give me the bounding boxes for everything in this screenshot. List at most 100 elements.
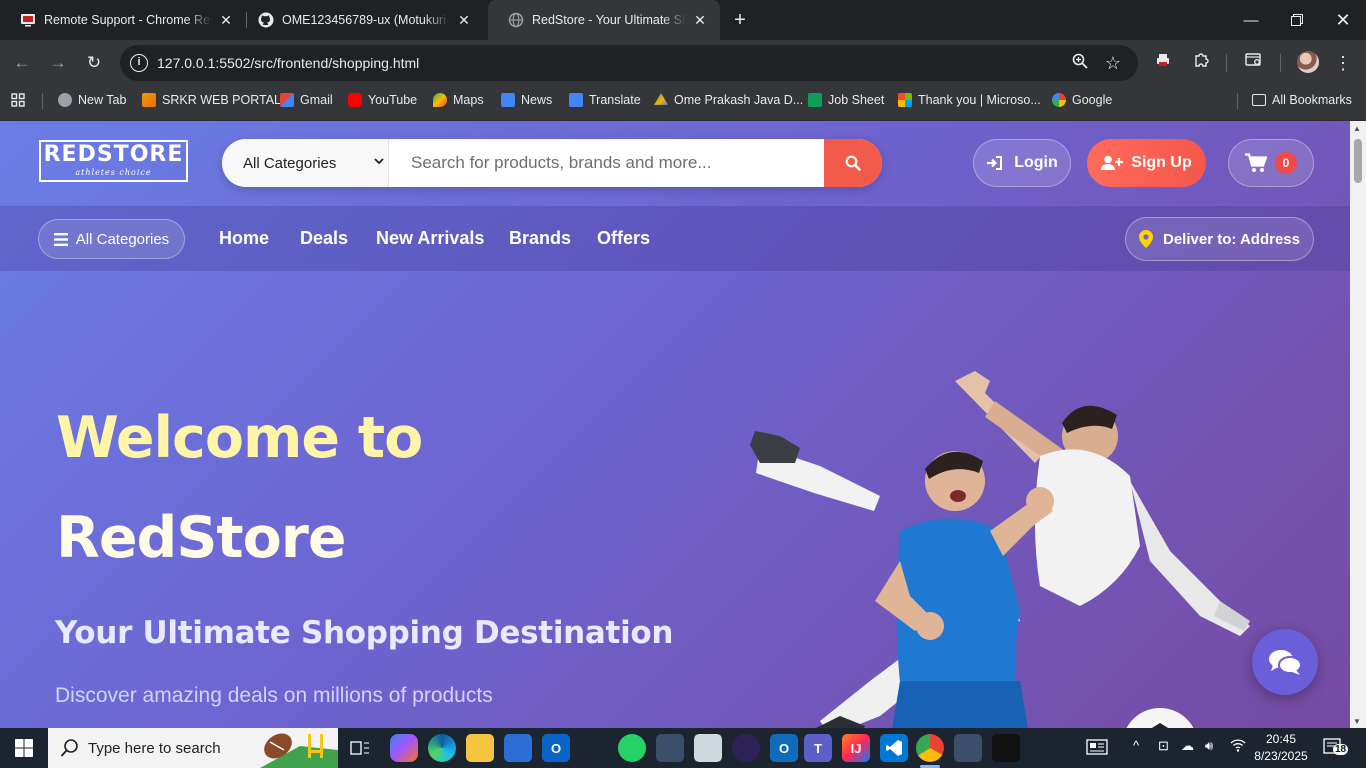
- nav-offers[interactable]: Offers: [597, 228, 650, 249]
- system-clock[interactable]: 20:45 8/23/2025: [1252, 731, 1310, 765]
- reload-icon[interactable]: ↻: [82, 51, 106, 75]
- tab-search-icon[interactable]: [1243, 52, 1265, 74]
- chrome-icon[interactable]: [916, 734, 944, 768]
- bookmark-maps[interactable]: Maps: [433, 86, 484, 114]
- category-select-value: All Categories: [243, 154, 337, 172]
- bookmark-translate[interactable]: Translate: [569, 86, 641, 114]
- bookmark-youtube[interactable]: YouTube: [348, 86, 417, 114]
- taskbar-search-box[interactable]: Type here to search: [48, 728, 338, 768]
- intellij-icon[interactable]: IJ: [842, 734, 870, 762]
- scroll-down-arrow-icon[interactable]: ▼: [1353, 717, 1361, 726]
- teams-icon[interactable]: T: [804, 734, 832, 762]
- search-button[interactable]: [824, 139, 882, 187]
- close-tab-icon[interactable]: ✕: [692, 12, 708, 29]
- search-highlight-football-art: [260, 733, 338, 768]
- chat-button[interactable]: [1252, 629, 1318, 695]
- profile-avatar[interactable]: [1297, 51, 1319, 73]
- tab-github[interactable]: OME123456789-ux (Motukuri Ome Prakash) ✕: [238, 0, 484, 40]
- microsoft-icon: [898, 93, 912, 107]
- page-scrollbar[interactable]: ▲ ▼: [1350, 121, 1366, 728]
- bookmark-star-icon[interactable]: ☆: [1103, 53, 1123, 73]
- bookmark-label: Gmail: [300, 93, 333, 107]
- task-view-icon[interactable]: [346, 734, 374, 762]
- wifi-icon[interactable]: [1230, 738, 1246, 755]
- menu-kebab-icon[interactable]: ⋮: [1332, 52, 1354, 74]
- tab-redstore[interactable]: RedStore - Your Ultimate Shopping Destin…: [488, 0, 720, 40]
- gmail-icon: [280, 93, 294, 107]
- bookmark-job-sheet[interactable]: Job Sheet: [808, 86, 884, 114]
- tab-remote-support[interactable]: Remote Support - Chrome Remote Desktop ✕: [0, 0, 246, 40]
- outlook-new-icon[interactable]: O: [770, 734, 798, 762]
- file-explorer-icon[interactable]: [466, 734, 494, 762]
- chat-bubbles-icon: [1269, 650, 1302, 675]
- hamburger-icon: [53, 232, 68, 246]
- bookmark-google[interactable]: Google: [1052, 86, 1112, 114]
- redstore-logo[interactable]: REDSTORE athletes choice: [39, 140, 188, 182]
- bookmark-drive[interactable]: Ome Prakash Java D...: [654, 86, 803, 114]
- logo-text: REDSTORE: [43, 142, 184, 167]
- nav-brands[interactable]: Brands: [509, 228, 571, 249]
- close-tab-icon[interactable]: ✕: [456, 12, 472, 29]
- folder-icon: [1252, 94, 1266, 106]
- microsoft-store-icon[interactable]: [504, 734, 532, 762]
- windows-logo-icon: [15, 739, 33, 757]
- all-categories-label: All Categories: [75, 230, 170, 248]
- cart-button[interactable]: 0: [1228, 139, 1314, 187]
- bookmark-new-tab[interactable]: New Tab: [58, 86, 126, 114]
- restore-icon[interactable]: [1274, 0, 1320, 40]
- bookmark-gmail[interactable]: Gmail: [280, 86, 333, 114]
- login-button[interactable]: Login: [973, 139, 1071, 187]
- nav-new-arrivals[interactable]: New Arrivals: [376, 228, 484, 249]
- scrollbar-thumb[interactable]: [1354, 139, 1362, 183]
- new-tab-button[interactable]: +: [728, 8, 752, 32]
- meet-now-icon[interactable]: ⊡: [1158, 738, 1169, 754]
- news-widget-icon[interactable]: [1086, 738, 1108, 759]
- terminal-icon[interactable]: [992, 734, 1020, 762]
- bookmark-label: Translate: [589, 93, 641, 107]
- eclipse-icon[interactable]: [732, 734, 760, 762]
- tab-strip: Remote Support - Chrome Remote Desktop ✕…: [0, 0, 1366, 40]
- signup-button[interactable]: Sign Up: [1087, 139, 1206, 187]
- deliver-to-button[interactable]: Deliver to: Address: [1125, 217, 1314, 261]
- edge-icon[interactable]: [428, 734, 456, 762]
- category-select[interactable]: All Categories: [222, 139, 389, 187]
- copilot-icon[interactable]: [390, 734, 418, 762]
- site-info-icon[interactable]: i: [130, 54, 148, 72]
- minimize-icon[interactable]: —: [1228, 0, 1274, 40]
- search-input[interactable]: [389, 139, 824, 187]
- nav-home[interactable]: Home: [219, 228, 269, 249]
- zoom-icon[interactable]: [1070, 53, 1090, 73]
- notification-center-button[interactable]: 18: [1322, 736, 1349, 761]
- bookmark-news[interactable]: News: [501, 86, 552, 114]
- back-icon[interactable]: ←: [10, 51, 34, 75]
- outlook-icon[interactable]: O: [542, 734, 570, 762]
- forward-icon[interactable]: →: [46, 51, 70, 75]
- bookmark-srkr[interactable]: SRKR WEB PORTAL: [142, 86, 281, 114]
- git-gui-icon[interactable]: [954, 734, 982, 762]
- toolbar-divider: [1280, 54, 1281, 72]
- show-hidden-icons-chevron-icon[interactable]: ^: [1133, 738, 1139, 753]
- all-categories-button[interactable]: All Categories: [38, 219, 185, 259]
- nav-deals[interactable]: Deals: [300, 228, 348, 249]
- scroll-up-arrow-icon[interactable]: ▲: [1353, 124, 1361, 133]
- page-viewport: REDSTORE athletes choice All Categories …: [0, 121, 1350, 728]
- close-tab-icon[interactable]: ✕: [218, 12, 234, 29]
- cart-icon: [1245, 153, 1267, 172]
- all-bookmarks-button[interactable]: All Bookmarks: [1252, 86, 1352, 114]
- url-text: 127.0.0.1:5502/src/frontend/shopping.htm…: [157, 55, 420, 71]
- remote-desktop-icon[interactable]: [694, 734, 722, 762]
- vscode-icon[interactable]: [880, 734, 908, 762]
- bookmark-microsoft[interactable]: Thank you | Microso...: [898, 86, 1041, 114]
- address-bar[interactable]: i 127.0.0.1:5502/src/frontend/shopping.h…: [120, 45, 1138, 81]
- close-window-icon[interactable]: ✕: [1320, 0, 1366, 40]
- search-bar: All Categories: [222, 139, 882, 187]
- windows-start-button[interactable]: [0, 728, 48, 768]
- extension-printer-icon[interactable]: [1152, 52, 1174, 74]
- mysql-workbench-icon[interactable]: [656, 734, 684, 762]
- extensions-puzzle-icon[interactable]: [1190, 52, 1212, 74]
- drive-icon: [654, 93, 668, 105]
- volume-icon[interactable]: 🔊︎: [1205, 738, 1213, 754]
- whatsapp-icon[interactable]: [618, 734, 646, 762]
- apps-grid-icon[interactable]: [10, 86, 26, 114]
- onedrive-cloud-icon[interactable]: ☁: [1181, 738, 1194, 754]
